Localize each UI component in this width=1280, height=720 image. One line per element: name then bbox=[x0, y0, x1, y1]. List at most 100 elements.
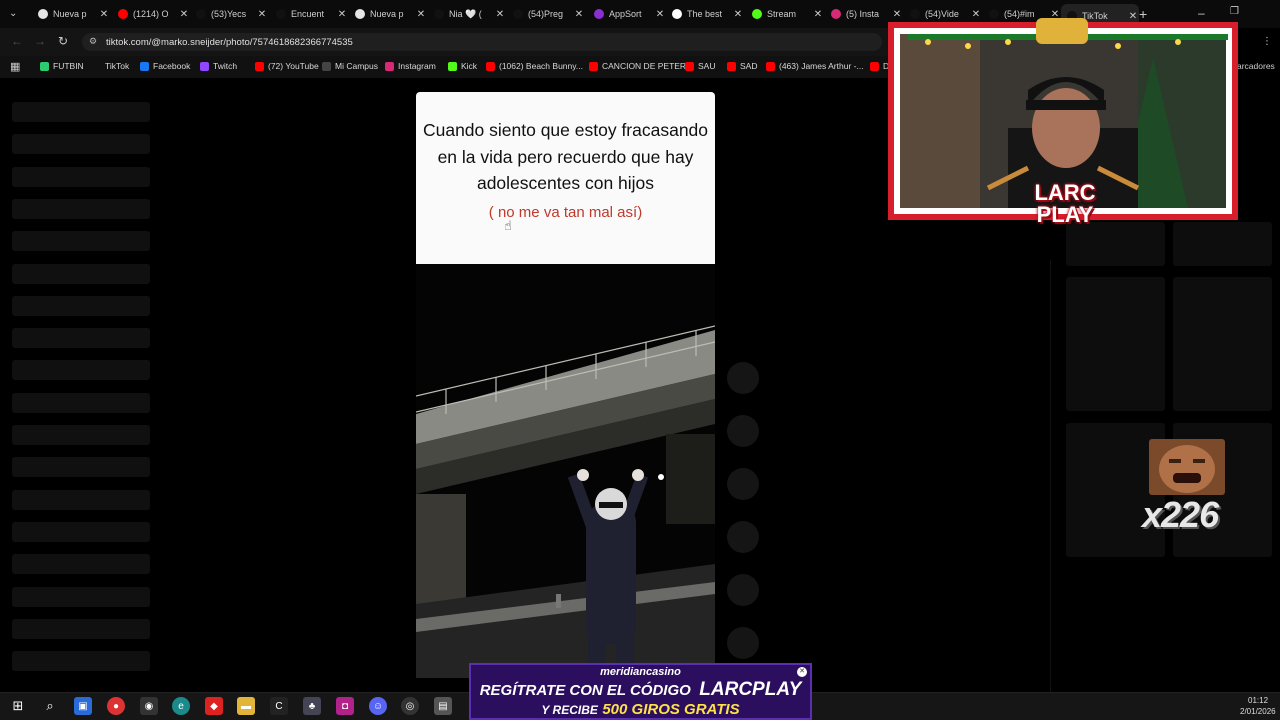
calculator-icon[interactable]: ▤ bbox=[434, 697, 452, 715]
bookmark-item[interactable]: Facebook bbox=[140, 61, 190, 71]
tab-close-icon[interactable]: ✕ bbox=[98, 9, 110, 20]
windows-start-icon[interactable]: ⊞ bbox=[9, 697, 27, 715]
hand-cursor-icon: ☝ bbox=[504, 218, 512, 233]
bookmark-label: SAU bbox=[698, 61, 716, 71]
steelseries-icon[interactable]: ◎ bbox=[401, 697, 419, 715]
restore-button[interactable]: ❐ bbox=[1230, 6, 1239, 17]
sponsor-banner: meridiancasino ✕ REGÍTRATE CON EL CÓDIGO… bbox=[469, 663, 812, 720]
tab[interactable]: Encuent ✕ bbox=[270, 4, 348, 24]
bookmark-item[interactable]: (72) YouTube bbox=[255, 61, 319, 71]
youtube-icon bbox=[118, 9, 128, 19]
logo-line2: PLAY bbox=[1036, 202, 1094, 227]
tab[interactable]: AppSort ✕ bbox=[588, 4, 666, 24]
repost-button[interactable] bbox=[727, 574, 759, 606]
back-button[interactable]: ← bbox=[11, 34, 23, 48]
emote-counter: x226 bbox=[1142, 494, 1219, 535]
tab-close-icon[interactable]: ✕ bbox=[732, 9, 744, 20]
site-info-icon[interactable]: ⚙ bbox=[89, 36, 97, 47]
url-text: tiktok.com/@marko.sneijder/photo/7574618… bbox=[106, 37, 353, 48]
tab[interactable]: (1214) O ✕ bbox=[112, 4, 190, 24]
bookmark-icon bbox=[448, 61, 457, 71]
tab[interactable]: (54)Preg ✕ bbox=[507, 4, 585, 24]
bookmark-item[interactable]: CANCION DE PETER bbox=[589, 61, 686, 71]
tab-label: (1214) O bbox=[133, 9, 169, 19]
tab-close-icon[interactable]: ✕ bbox=[178, 9, 190, 20]
bookmark-label: Kick bbox=[461, 61, 478, 71]
post-video[interactable] bbox=[416, 264, 715, 678]
bookmark-item[interactable]: FUTBIN bbox=[40, 61, 84, 71]
bookmark-label: SAD bbox=[740, 61, 758, 71]
apps-grid-icon[interactable]: ▦ bbox=[10, 60, 20, 73]
tab-close-icon[interactable]: ✕ bbox=[415, 9, 427, 20]
clock-time[interactable]: 01:12 bbox=[1248, 696, 1268, 705]
bookmark-icon bbox=[766, 61, 775, 71]
tab[interactable]: Stream ✕ bbox=[746, 4, 824, 24]
bookmark-label: Facebook bbox=[153, 61, 191, 71]
bookmarks-overflow-label[interactable]: arcadores bbox=[1237, 61, 1275, 71]
store-icon[interactable]: ▣ bbox=[74, 697, 92, 715]
edge-icon[interactable]: e bbox=[172, 697, 190, 715]
related-card[interactable] bbox=[1173, 277, 1272, 411]
sidebar-placeholder bbox=[12, 618, 150, 639]
bookmark-item[interactable]: Instagram bbox=[385, 61, 436, 71]
sidebar-placeholder bbox=[12, 360, 150, 381]
ad-close-icon[interactable]: ✕ bbox=[797, 667, 807, 677]
tab[interactable]: Nueva p ✕ bbox=[349, 4, 427, 24]
logo-line1: LARC bbox=[1034, 180, 1096, 205]
tab[interactable]: Nia 🤍 (✕ bbox=[428, 4, 506, 24]
chrome-icon[interactable]: ● bbox=[107, 697, 125, 715]
tab-close-icon[interactable]: ✕ bbox=[494, 9, 506, 20]
address-bar[interactable]: ⚙ tiktok.com/@marko.sneijder/photo/75746… bbox=[82, 33, 882, 51]
bookmark-icon bbox=[40, 61, 49, 71]
sidebar-placeholder bbox=[12, 425, 150, 445]
reload-button[interactable]: ↻ bbox=[58, 34, 68, 48]
tab[interactable]: (53)Yecs ✕ bbox=[190, 4, 268, 24]
app-icon[interactable]: ♣ bbox=[303, 697, 321, 715]
tiktok-icon bbox=[513, 9, 523, 19]
video-frame bbox=[416, 264, 715, 678]
bookmark-icon bbox=[140, 61, 149, 71]
sidebar-placeholder bbox=[12, 392, 150, 413]
tab-close-icon[interactable]: ✕ bbox=[573, 9, 585, 20]
tab[interactable]: Nueva p ✕ bbox=[32, 4, 110, 24]
tab-close-icon[interactable]: ✕ bbox=[336, 9, 348, 20]
bookmark-item[interactable]: (463) James Arthur -... bbox=[766, 61, 864, 71]
bookmark-icon bbox=[322, 61, 331, 71]
bookmark-item[interactable]: (1062) Beach Bunny... bbox=[486, 61, 583, 71]
bookmark-item[interactable]: Kick bbox=[448, 61, 477, 71]
sidebar-placeholder bbox=[12, 586, 150, 607]
clock-date[interactable]: 2/01/2026 bbox=[1240, 707, 1276, 716]
comment-button[interactable] bbox=[727, 415, 759, 447]
browser-menu-icon[interactable]: ⋮ bbox=[1262, 36, 1272, 47]
tab-close-icon[interactable]: ✕ bbox=[654, 9, 666, 20]
capcut-icon[interactable]: C bbox=[270, 697, 288, 715]
bookmark-item[interactable]: TikTok bbox=[92, 61, 129, 71]
sidebar-placeholder bbox=[12, 328, 150, 349]
forward-button[interactable]: → bbox=[34, 34, 46, 48]
save-button[interactable] bbox=[727, 468, 759, 500]
bookmark-icon bbox=[255, 61, 264, 71]
sidebar-placeholder bbox=[12, 554, 150, 575]
like-button[interactable] bbox=[727, 362, 759, 394]
tab-close-icon[interactable]: ✕ bbox=[256, 9, 268, 20]
ad-line2: Y RECIBE bbox=[541, 703, 598, 717]
music-disc-button[interactable] bbox=[727, 627, 759, 659]
tab-search-icon[interactable]: ⌄ bbox=[9, 8, 21, 20]
bookmark-item[interactable]: SAU bbox=[685, 61, 715, 71]
anydesk-icon[interactable]: ◆ bbox=[205, 697, 223, 715]
obs-icon[interactable]: ◘ bbox=[336, 697, 354, 715]
game-icon[interactable]: ◉ bbox=[140, 697, 158, 715]
bookmark-item[interactable]: Mi Campus bbox=[322, 61, 378, 71]
bookmark-item[interactable]: SAD bbox=[727, 61, 757, 71]
search-icon[interactable]: ⌕ bbox=[41, 697, 59, 715]
bookmark-icon bbox=[727, 61, 736, 71]
appsort-icon bbox=[594, 9, 604, 19]
bookmark-item[interactable]: Twitch bbox=[200, 61, 237, 71]
discord-icon[interactable]: ☺ bbox=[369, 697, 387, 715]
ad-giros: 500 GIROS GRATIS bbox=[602, 701, 740, 718]
tab-close-icon[interactable]: ✕ bbox=[812, 9, 824, 20]
related-card[interactable] bbox=[1066, 277, 1165, 411]
tab[interactable]: The best ✕ bbox=[666, 4, 744, 24]
folder-icon[interactable]: ▬ bbox=[237, 697, 255, 715]
share-button[interactable] bbox=[727, 521, 759, 553]
